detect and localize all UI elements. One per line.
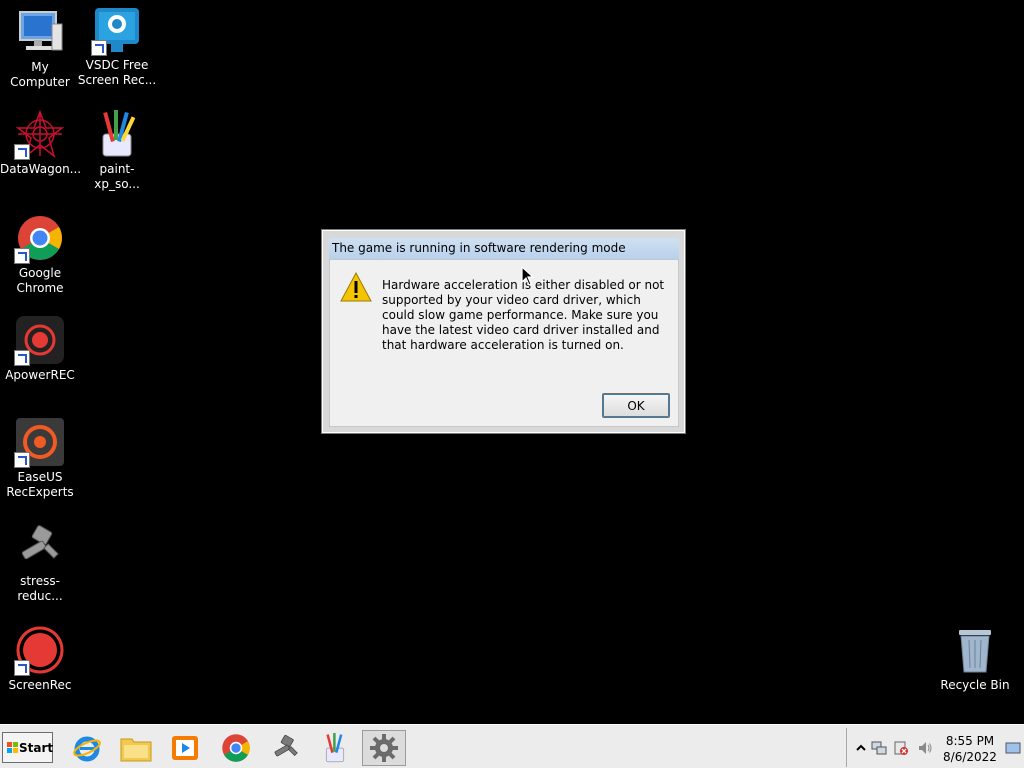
ok-button[interactable]: OK bbox=[602, 393, 670, 418]
desktop-icon-label: VSDC Free Screen Rec... bbox=[77, 58, 157, 87]
file-explorer-icon bbox=[120, 738, 152, 762]
volume-icon[interactable] bbox=[917, 740, 933, 756]
shortcut-arrow-icon bbox=[14, 660, 30, 676]
mouse-cursor-icon bbox=[521, 265, 535, 286]
windows-flag-icon bbox=[7, 742, 18, 753]
clock-date: 8/6/2022 bbox=[943, 750, 997, 764]
taskbar-game-active[interactable] bbox=[362, 730, 406, 766]
datawagon-icon bbox=[14, 109, 65, 160]
desktop-icon-stress[interactable]: stress-reduc... bbox=[0, 522, 80, 604]
computer-icon bbox=[16, 8, 64, 56]
action-center-icon[interactable] bbox=[893, 740, 909, 756]
desktop-icon-easeus[interactable]: EaseUS RecExperts bbox=[0, 418, 80, 500]
taskbar-media-player[interactable] bbox=[163, 730, 207, 766]
paint-icon bbox=[93, 110, 141, 158]
taskbar-paint[interactable] bbox=[313, 730, 357, 766]
desktop-icon-label: ApowerREC bbox=[5, 368, 75, 382]
chrome-icon bbox=[222, 734, 250, 762]
desktop-icon-recycle-bin[interactable]: Recycle Bin bbox=[935, 626, 1015, 693]
stress-icon bbox=[274, 734, 298, 757]
warning-icon bbox=[340, 271, 372, 302]
stress-icon bbox=[16, 522, 64, 570]
paint-icon bbox=[325, 733, 345, 763]
dialog-body: Hardware acceleration is either disabled… bbox=[329, 259, 679, 427]
desktop-icon-label: My Computer bbox=[10, 60, 70, 89]
desktop-icon-label: stress-reduc... bbox=[17, 574, 63, 603]
desktop-icon-label: paint-xp_so... bbox=[94, 162, 140, 191]
shortcut-arrow-icon bbox=[14, 144, 30, 160]
game-gear-icon bbox=[370, 734, 398, 762]
desktop-icon-label: DataWagon... bbox=[0, 162, 82, 176]
desktop-icon-label: EaseUS RecExperts bbox=[6, 470, 74, 499]
apowerrec-icon bbox=[14, 316, 64, 366]
show-hidden-icons-icon[interactable] bbox=[853, 740, 869, 756]
taskbar-file-explorer[interactable] bbox=[114, 730, 158, 766]
dialog-message: Hardware acceleration is either disabled… bbox=[382, 278, 665, 352]
desktop-icon-datawagon[interactable]: DataWagon... bbox=[0, 109, 82, 177]
clock-time: 8:55 PM bbox=[945, 734, 995, 748]
system-tray: 8:55 PM 8/6/2022 bbox=[846, 728, 1024, 767]
clock[interactable]: 8:55 PM 8/6/2022 bbox=[939, 733, 1001, 765]
recycle-bin-icon bbox=[951, 626, 999, 674]
shortcut-arrow-icon bbox=[14, 248, 30, 264]
shortcut-arrow-icon bbox=[14, 350, 30, 366]
shortcut-arrow-icon bbox=[14, 452, 30, 468]
taskbar-stress-reducer[interactable] bbox=[264, 730, 308, 766]
taskbar-internet-explorer[interactable] bbox=[65, 730, 109, 766]
start-label: Start bbox=[19, 740, 54, 755]
show-desktop-icon[interactable] bbox=[1005, 740, 1021, 756]
start-button[interactable]: Start bbox=[2, 732, 53, 763]
desktop-icon-label: Google Chrome bbox=[16, 266, 64, 295]
desktop-icon-screenrec[interactable]: ScreenRec bbox=[0, 626, 80, 693]
desktop-icon-label: Recycle Bin bbox=[940, 678, 1010, 692]
screenrec-icon bbox=[14, 626, 64, 676]
dialog-title: The game is running in software renderin… bbox=[329, 238, 679, 259]
desktop-icon-my-computer[interactable]: My Computer bbox=[0, 8, 80, 90]
internet-explorer-icon bbox=[73, 736, 101, 762]
taskbar: Start 8:55 PM 8/6/2022 bbox=[0, 724, 1024, 768]
shortcut-arrow-icon bbox=[91, 40, 107, 56]
network-icon[interactable] bbox=[871, 740, 887, 756]
taskbar-chrome[interactable] bbox=[214, 730, 258, 766]
chrome-icon bbox=[14, 214, 64, 264]
desktop-icon-apowerrec[interactable]: ApowerREC bbox=[0, 316, 80, 383]
easeus-icon bbox=[14, 418, 64, 468]
desktop-icon-label: ScreenRec bbox=[8, 678, 72, 692]
desktop-icon-vsdc[interactable]: VSDC Free Screen Rec... bbox=[77, 6, 157, 88]
media-player-icon bbox=[172, 736, 198, 760]
desktop-icon-paint[interactable]: paint-xp_so... bbox=[77, 110, 157, 192]
vsdc-icon bbox=[91, 6, 141, 56]
warning-dialog: The game is running in software renderin… bbox=[321, 229, 686, 434]
desktop-icon-chrome[interactable]: Google Chrome bbox=[0, 214, 80, 296]
